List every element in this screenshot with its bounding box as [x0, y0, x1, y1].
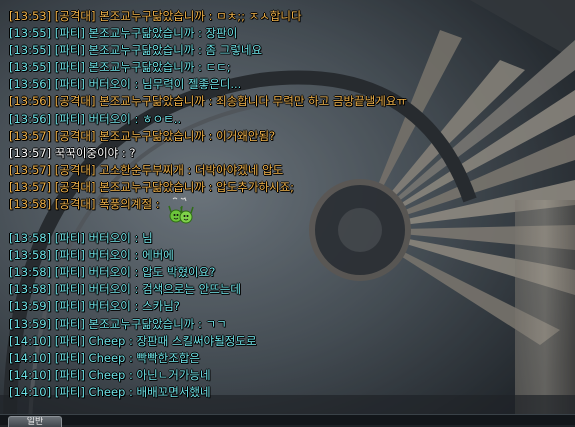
chat-message: [13:57] 꾹꾹이중이야 : ?	[9, 145, 136, 160]
chat-tab-bar	[0, 414, 575, 425]
chat-message: [13:57] [공격대] 고소한순두부찌개 : 더박아야겠네 압도	[9, 162, 284, 177]
chat-message: [14:10] [파티] Cheep : 빡빡한조합은	[9, 350, 200, 365]
chat-message: [13:55] [파티] 본조교누구닮았습니까 : 좀 그렇네요	[9, 43, 263, 58]
chat-message: [13:56] [파티] 버터오이 : 님무력이 젤좋은디...	[9, 77, 242, 92]
chat-message: [13:58] [파티] 버터오이 : 님	[9, 231, 153, 246]
chat-message: [13:53] [공격대] 본조교누구닮았습니까 : ㅁㅊ;; ㅈㅅ합니다	[9, 9, 302, 23]
chat-message: [13:59] [파티] 본조교누구닮았습니까 : ㄱㄱ	[9, 316, 227, 331]
chat-message: [13:59] [파티] 버터오이 : 스카님?	[9, 299, 180, 314]
chat-tab-general[interactable]: 일반	[8, 416, 62, 427]
chat-message: [13:57] [공격대] 본조교누구닮았습니까 : 이거왜안됨?	[9, 128, 276, 143]
chat-message: [13:57] [공격대] 본조교누구닮았습니까 : 압도추가하시죠;	[9, 179, 295, 194]
chat-message: [13:58] [파티] 버터오이 : 검색으로는 안뜨는데	[9, 282, 241, 297]
chat-message: [13:55] [파티] 본조교누구닮았습니까 : 장판이	[9, 26, 238, 41]
chat-message: [13:58] [파티] 버터오이 : 압도 박혔이요?	[9, 265, 216, 280]
chat-message: [13:56] [공격대] 본조교누구닮았습니까 : 죄송합니다 무력만 하고 …	[9, 94, 407, 109]
chat-message-text: [13:58] [공격대] 폭풍의계절 :	[9, 197, 160, 212]
cheer-emoticon-icon	[167, 196, 195, 226]
chat-window[interactable]: [13:53] [공격대] 본조교누구닮았습니까 : ㅁㅊ;; ㅈㅅ합니다 [1…	[0, 0, 575, 424]
chat-message-with-emoticon: [13:58] [공격대] 폭풍의계절 :	[9, 196, 569, 230]
chat-message: [13:56] [파티] 버터오이 : ㅎㅇㅌ..	[9, 111, 182, 126]
chat-message: [14:10] [파티] Cheep : 아닌ㄴ거가능네	[9, 367, 211, 382]
chat-message-list: [13:53] [공격대] 본조교누구닮았습니까 : ㅁㅊ;; ㅈㅅ합니다 [1…	[9, 8, 569, 401]
chat-message: [13:58] [파티] 버터오이 : 에버에	[9, 248, 174, 263]
chat-message: [14:10] [파티] Cheep : 장판때 스킬써야될정도로	[9, 333, 257, 348]
chat-message: [14:10] [파티] Cheep : 배배꼬면서했네	[9, 384, 211, 399]
chat-message: [13:55] [파티] 본조교누구닮았습니까 : ㄷㄷ;	[9, 60, 231, 75]
